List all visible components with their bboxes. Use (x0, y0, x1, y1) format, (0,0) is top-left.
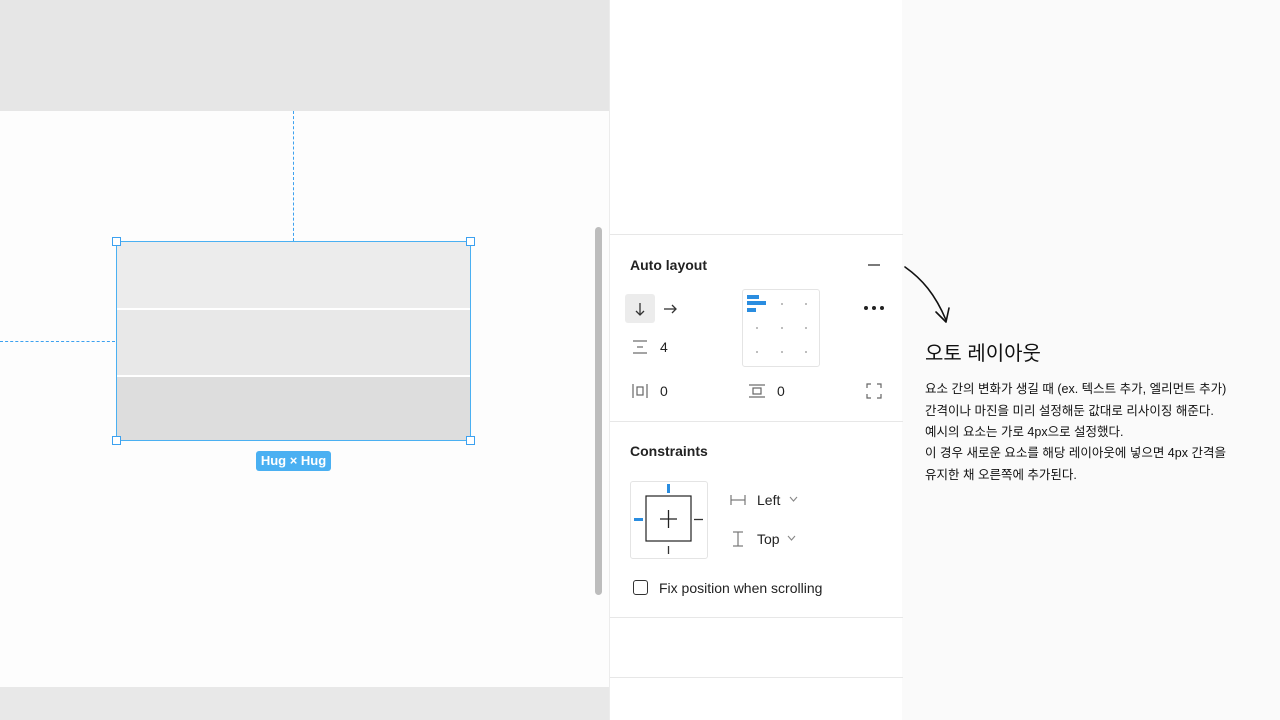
horizontal-constraint-select[interactable]: Left (757, 492, 780, 508)
horizontal-padding-icon (630, 382, 650, 400)
vertical-padding-icon (747, 382, 767, 400)
chevron-down-icon[interactable] (786, 533, 796, 543)
fix-position-checkbox[interactable] (633, 580, 648, 595)
section-divider (610, 234, 903, 235)
horizontal-constraint-icon (729, 492, 747, 508)
horizontal-guide-line (0, 341, 115, 342)
properties-panel: Auto layout 4 0 0 Constraints Left Top F… (609, 0, 903, 720)
section-divider (610, 677, 903, 678)
canvas-top-band (0, 0, 609, 111)
arrow-right-icon (664, 304, 677, 313)
more-icon (864, 306, 884, 310)
vertical-constraint-icon (729, 531, 747, 547)
note-line: 이 경우 새로운 요소를 해당 레이아웃에 넣으면 4px 간격을 (925, 446, 1226, 460)
align-dot[interactable] (781, 303, 783, 305)
curved-arrow-icon (904, 266, 950, 323)
fix-position-label: Fix position when scrolling (659, 580, 823, 596)
resize-handle-top-right[interactable] (466, 237, 475, 246)
spacing-between-icon (630, 338, 650, 356)
resize-handle-top-left[interactable] (112, 237, 121, 246)
alignment-grid[interactable] (742, 289, 820, 367)
direction-horizontal-button[interactable] (658, 294, 682, 323)
align-dot[interactable] (805, 327, 807, 329)
align-bar-3 (747, 308, 756, 312)
align-bar-1 (747, 295, 759, 299)
minus-icon (868, 264, 880, 266)
align-bar-2 (747, 301, 766, 305)
align-dot[interactable] (756, 351, 758, 353)
constraints-title: Constraints (630, 443, 708, 459)
horizontal-padding-input[interactable]: 0 (660, 383, 668, 399)
section-divider (610, 617, 903, 618)
chevron-down-icon[interactable] (788, 494, 798, 504)
resize-handle-bottom-right[interactable] (466, 436, 475, 445)
align-dot[interactable] (756, 327, 758, 329)
note-line: 간격이나 마진을 미리 설정해둔 값대로 리사이징 해준다. (925, 404, 1214, 418)
spacing-between-input[interactable]: 4 (660, 339, 668, 355)
vertical-padding-input[interactable]: 0 (777, 383, 785, 399)
size-badge: Hug × Hug (256, 451, 331, 471)
vertical-constraint-select[interactable]: Top (757, 531, 780, 547)
design-canvas[interactable]: Hug × Hug (0, 0, 609, 720)
arrow-down-icon (635, 302, 645, 316)
padding-sides-icon (866, 383, 882, 399)
resize-handle-bottom-left[interactable] (112, 436, 121, 445)
auto-layout-title: Auto layout (630, 257, 707, 273)
frame-child-3[interactable] (117, 377, 470, 440)
section-divider (610, 421, 903, 422)
direction-vertical-button[interactable] (625, 294, 655, 323)
note-line: 예시의 요소는 가로 4px으로 설정했다. (925, 425, 1124, 439)
auto-layout-frame[interactable] (116, 241, 471, 441)
remove-auto-layout-button[interactable] (865, 256, 883, 274)
align-dot[interactable] (805, 351, 807, 353)
note-line: 요소 간의 변화가 생길 때 (ex. 텍스트 추가, 엘리먼트 추가) (925, 382, 1227, 396)
canvas-scrollbar[interactable] (595, 227, 602, 595)
canvas-bottom-band (0, 687, 609, 720)
frame-child-1[interactable] (117, 242, 470, 308)
constraints-widget[interactable] (630, 481, 708, 559)
align-dot[interactable] (781, 351, 783, 353)
note-title: 오토 레이아웃 (925, 343, 1041, 365)
align-dot[interactable] (781, 327, 783, 329)
frame-child-2[interactable] (117, 310, 470, 375)
align-dot[interactable] (805, 303, 807, 305)
vertical-guide-line (293, 111, 294, 241)
more-options-button[interactable] (862, 299, 886, 317)
note-line: 유지한 채 오른쪽에 추가된다. (925, 468, 1077, 482)
individual-padding-button[interactable] (864, 382, 884, 400)
